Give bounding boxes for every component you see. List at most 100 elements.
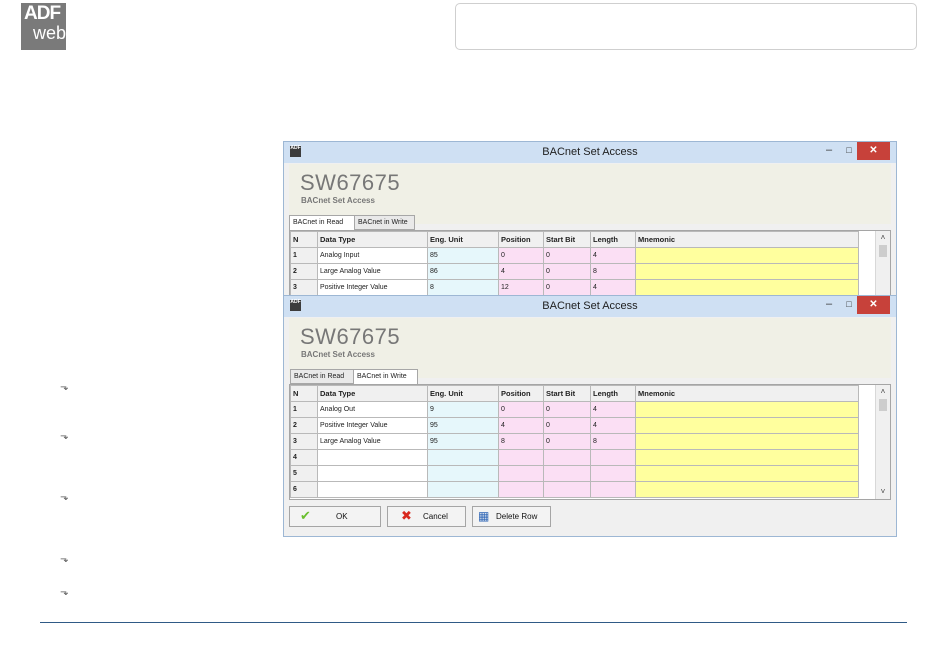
table-row[interactable]: 2 Large Analog Value 86 4 0 8 xyxy=(290,263,859,280)
scroll-thumb[interactable] xyxy=(879,245,887,257)
grid-cell[interactable]: 0 xyxy=(543,417,591,434)
column-header[interactable]: Position xyxy=(498,385,544,402)
grid-cell[interactable]: 86 xyxy=(427,263,499,280)
close-button[interactable]: ✕ xyxy=(857,142,890,160)
grid-cell[interactable]: 12 xyxy=(498,279,544,296)
grid-cell[interactable] xyxy=(317,481,428,498)
column-header[interactable]: Eng. Unit xyxy=(427,231,499,248)
delete-row-button[interactable]: ▦ Delete Row xyxy=(472,506,551,527)
maximize-button[interactable]: □ xyxy=(842,142,856,160)
grid-cell[interactable] xyxy=(543,449,591,466)
grid-cell[interactable] xyxy=(427,465,499,482)
scroll-up-icon[interactable]: ˄ xyxy=(876,385,890,399)
grid-cell[interactable] xyxy=(590,465,636,482)
column-header[interactable]: Length xyxy=(590,385,636,402)
grid-cell[interactable]: 4 xyxy=(590,417,636,434)
tab-bacnet-in-write[interactable]: BACnet in Write xyxy=(354,215,415,230)
grid-cell[interactable] xyxy=(498,449,544,466)
grid-cell[interactable] xyxy=(498,481,544,498)
close-button[interactable]: ✕ xyxy=(857,296,890,314)
column-header[interactable]: Data Type xyxy=(317,231,428,248)
table-row[interactable]: 2 Positive Integer Value 95 4 0 4 xyxy=(290,417,859,434)
grid-cell[interactable]: 4 xyxy=(498,263,544,280)
grid-cell[interactable] xyxy=(498,465,544,482)
table-row[interactable]: 4 xyxy=(290,449,859,466)
column-header[interactable]: Eng. Unit xyxy=(427,385,499,402)
column-header[interactable]: Position xyxy=(498,231,544,248)
grid-cell[interactable] xyxy=(635,401,859,418)
window-titlebar[interactable]: ADF BACnet Set Access – □ ✕ xyxy=(284,296,896,317)
grid-cell[interactable] xyxy=(635,263,859,280)
scroll-down-icon[interactable]: ˅ xyxy=(876,485,890,499)
grid-cell[interactable] xyxy=(635,481,859,498)
grid-cell[interactable]: Analog Input xyxy=(317,247,428,264)
table-row[interactable]: 3 Positive Integer Value 8 12 0 4 xyxy=(290,279,859,296)
table-row[interactable]: 3 Large Analog Value 95 8 0 8 xyxy=(290,433,859,450)
ok-button[interactable]: ✔ OK xyxy=(289,506,381,527)
scroll-up-icon[interactable]: ˄ xyxy=(876,231,890,245)
table-row[interactable]: 1 Analog Out 9 0 0 4 xyxy=(290,401,859,418)
tab-bacnet-in-read[interactable]: BACnet in Read xyxy=(289,215,355,231)
column-header[interactable]: Start Bit xyxy=(543,231,591,248)
grid-cell[interactable]: 4 xyxy=(498,417,544,434)
grid-cell[interactable]: 4 xyxy=(590,279,636,296)
grid-cell[interactable]: 0 xyxy=(498,401,544,418)
grid-cell[interactable] xyxy=(427,481,499,498)
grid-cell[interactable] xyxy=(543,465,591,482)
table-row[interactable]: 1 Analog Input 85 0 0 4 xyxy=(290,247,859,264)
grid-cell[interactable]: Analog Out xyxy=(317,401,428,418)
grid-cell[interactable]: 0 xyxy=(543,247,591,264)
cancel-button[interactable]: ✖ Cancel xyxy=(387,506,466,527)
grid-cell[interactable]: 8 xyxy=(427,279,499,296)
grid-cell[interactable]: 0 xyxy=(543,433,591,450)
grid-cell[interactable] xyxy=(317,465,428,482)
column-header[interactable]: Length xyxy=(590,231,636,248)
grid-cell[interactable]: 8 xyxy=(498,433,544,450)
grid-cell[interactable] xyxy=(635,417,859,434)
grid-cell[interactable]: 0 xyxy=(543,279,591,296)
grid-cell[interactable]: 8 xyxy=(590,263,636,280)
grid-cell[interactable] xyxy=(635,465,859,482)
grid-cell[interactable] xyxy=(635,449,859,466)
minimize-button[interactable]: – xyxy=(822,142,836,160)
column-header[interactable]: N xyxy=(290,231,318,248)
tab-bacnet-in-write[interactable]: BACnet in Write xyxy=(353,369,418,385)
grid-cell[interactable]: 4 xyxy=(590,401,636,418)
window-titlebar[interactable]: ADF BACnet Set Access – □ ✕ xyxy=(284,142,896,163)
grid-cell[interactable]: 0 xyxy=(543,263,591,280)
grid-cell[interactable] xyxy=(590,449,636,466)
grid-cell[interactable]: 9 xyxy=(427,401,499,418)
grid-cell[interactable] xyxy=(635,279,859,296)
grid-cell[interactable] xyxy=(427,449,499,466)
tab-bacnet-in-read[interactable]: BACnet in Read xyxy=(290,369,356,384)
grid-cell[interactable] xyxy=(635,433,859,450)
grid-cell[interactable]: 4 xyxy=(590,247,636,264)
table-row[interactable]: 5 xyxy=(290,465,859,482)
column-header[interactable]: Mnemonic xyxy=(635,231,859,248)
grid-cell[interactable]: Large Analog Value xyxy=(317,433,428,450)
x-icon: ✖ xyxy=(401,508,412,523)
grid-cell[interactable]: Positive Integer Value xyxy=(317,417,428,434)
grid-cell[interactable]: Positive Integer Value xyxy=(317,279,428,296)
grid-cell[interactable] xyxy=(590,481,636,498)
grid-cell[interactable]: 95 xyxy=(427,433,499,450)
grid-cell[interactable] xyxy=(543,481,591,498)
grid-cell[interactable]: 95 xyxy=(427,417,499,434)
grid-cell[interactable]: 0 xyxy=(498,247,544,264)
maximize-button[interactable]: □ xyxy=(842,296,856,314)
grid-cell[interactable]: Large Analog Value xyxy=(317,263,428,280)
grid-cell[interactable]: 85 xyxy=(427,247,499,264)
grid-cell[interactable]: 8 xyxy=(590,433,636,450)
grid-cell[interactable] xyxy=(635,247,859,264)
column-header[interactable]: Mnemonic xyxy=(635,385,859,402)
grid-cell[interactable]: 0 xyxy=(543,401,591,418)
table-row[interactable]: 6 xyxy=(290,481,859,498)
vertical-scrollbar[interactable]: ˄ xyxy=(875,231,890,303)
column-header[interactable]: Data Type xyxy=(317,385,428,402)
column-header[interactable]: N xyxy=(290,385,318,402)
grid-cell[interactable] xyxy=(317,449,428,466)
column-header[interactable]: Start Bit xyxy=(543,385,591,402)
minimize-button[interactable]: – xyxy=(822,296,836,314)
scroll-thumb[interactable] xyxy=(879,399,887,411)
vertical-scrollbar[interactable]: ˄ ˅ xyxy=(875,385,890,499)
